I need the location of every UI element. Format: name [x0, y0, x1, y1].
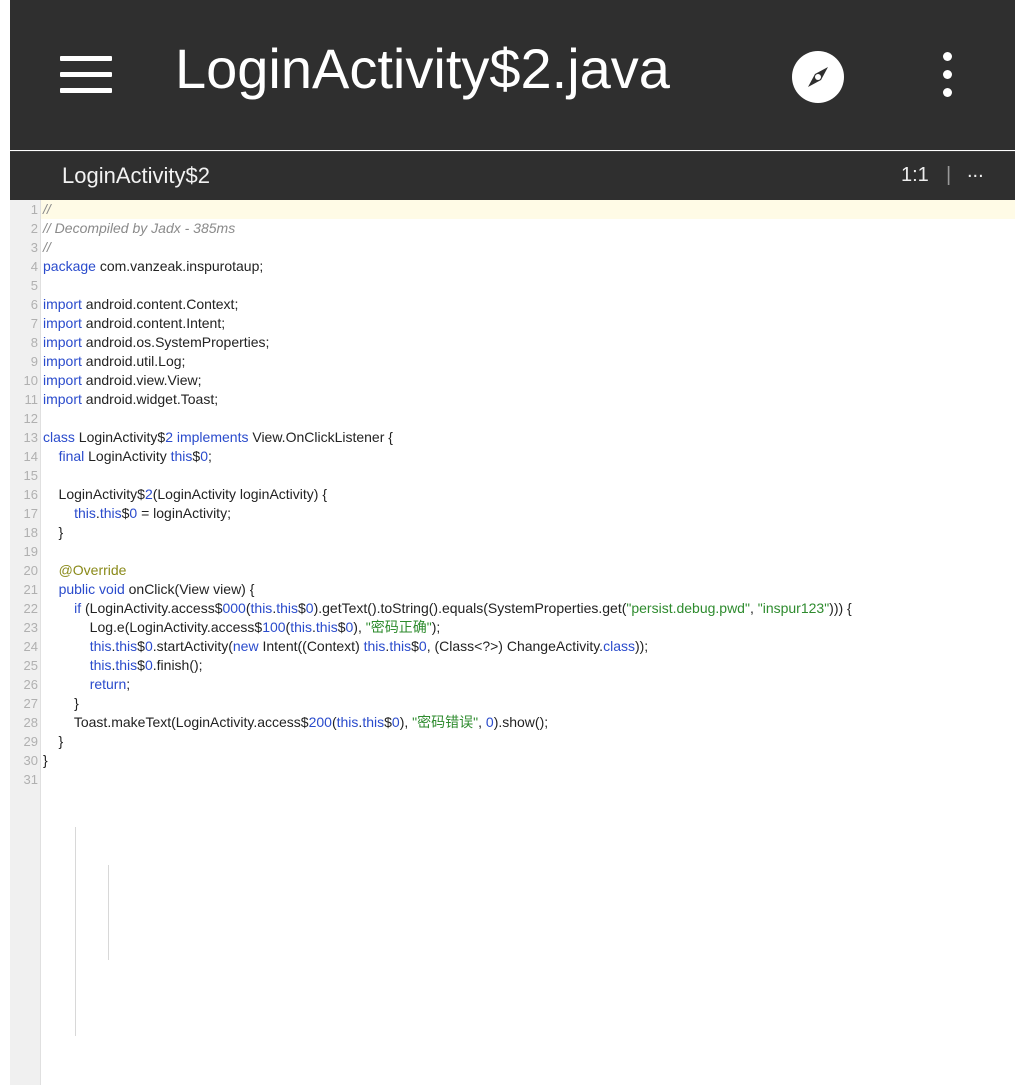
code-line[interactable]: this.this$0 = loginActivity; — [43, 504, 231, 523]
line-number: 11 — [24, 392, 39, 407]
line-number: 25 — [23, 658, 38, 673]
code-line[interactable]: import android.content.Context; — [43, 295, 238, 314]
code-line[interactable]: // — [43, 200, 51, 219]
separator: | — [946, 164, 952, 186]
code-line[interactable]: // — [43, 238, 51, 257]
code-line[interactable]: } — [43, 694, 79, 713]
line-number: 28 — [23, 715, 38, 730]
line-number: 9 — [30, 354, 38, 369]
code-line[interactable]: // Decompiled by Jadx - 385ms — [43, 219, 235, 238]
line-number: 16 — [23, 487, 38, 502]
code-line[interactable]: import android.util.Log; — [43, 352, 185, 371]
code-line[interactable]: } — [43, 751, 48, 770]
line-number: 14 — [23, 449, 38, 464]
code-line[interactable]: package com.vanzeak.inspurotaup; — [43, 257, 263, 276]
hamburger-menu-icon[interactable] — [60, 56, 112, 94]
line-number: 5 — [30, 278, 38, 293]
code-line[interactable]: final LoginActivity this$0; — [43, 447, 212, 466]
code-line[interactable]: LoginActivity$2(LoginActivity loginActiv… — [43, 485, 327, 504]
class-name-label[interactable]: LoginActivity$2 — [62, 163, 210, 189]
code-line[interactable]: @Override — [43, 561, 127, 580]
indent-guide — [108, 865, 109, 960]
code-line[interactable]: import android.widget.Toast; — [43, 390, 218, 409]
app-bar: LoginActivity$2.java — [10, 0, 1015, 150]
line-number: 27 — [23, 696, 38, 711]
active-line-highlight — [41, 200, 1015, 219]
line-number: 24 — [23, 639, 38, 654]
cursor-position: 1:1 — [901, 164, 929, 186]
line-number: 19 — [23, 544, 38, 559]
line-number: 12 — [23, 411, 38, 426]
page-title: LoginActivity$2.java — [175, 37, 670, 100]
line-number: 17 — [23, 506, 38, 521]
code-line[interactable]: class LoginActivity$2 implements View.On… — [43, 428, 393, 447]
code-line[interactable]: Toast.makeText(LoginActivity.access$200(… — [43, 713, 548, 732]
code-line[interactable]: import android.view.View; — [43, 371, 202, 390]
line-number: 21 — [23, 582, 38, 597]
line-number: 1 — [30, 202, 38, 217]
code-line[interactable]: return; — [43, 675, 130, 694]
line-number: 8 — [30, 335, 38, 350]
line-number: 7 — [30, 316, 38, 331]
code-line[interactable]: public void onClick(View view) { — [43, 580, 255, 599]
line-number: 3 — [30, 240, 38, 255]
more-vert-icon[interactable] — [938, 52, 958, 100]
more-options-button[interactable]: ... — [967, 160, 984, 183]
code-editor[interactable]: 1 // 2 // Decompiled by Jadx - 385ms 3 // 4 pac… — [10, 200, 1015, 1085]
line-number: 23 — [23, 620, 38, 635]
line-number: 4 — [30, 259, 38, 274]
line-number: 30 — [23, 753, 38, 768]
line-number: 29 — [23, 734, 38, 749]
line-number: 6 — [30, 297, 38, 312]
line-number: 15 — [23, 468, 38, 483]
line-number: 22 — [23, 601, 38, 616]
line-number: 26 — [23, 677, 38, 692]
line-number: 10 — [23, 373, 38, 388]
line-number: 2 — [30, 221, 38, 236]
right-edge — [1015, 0, 1020, 1085]
breadcrumb-bar: LoginActivity$2 1:1 | ... — [10, 151, 1015, 201]
line-number: 18 — [23, 525, 38, 540]
line-number: 31 — [23, 772, 38, 787]
line-number: 20 — [23, 563, 38, 578]
line-number: 13 — [23, 430, 38, 445]
code-line[interactable]: Log.e(LoginActivity.access$100(this.this… — [43, 618, 441, 637]
code-line[interactable]: import android.content.Intent; — [43, 314, 225, 333]
code-line[interactable]: } — [43, 732, 64, 751]
code-line[interactable]: this.this$0.finish(); — [43, 656, 203, 675]
code-line[interactable]: if (LoginActivity.access$000(this.this$0… — [43, 599, 852, 618]
code-line[interactable]: this.this$0.startActivity(new Intent((Co… — [43, 637, 649, 656]
left-edge — [0, 0, 10, 1085]
code-line[interactable]: import android.os.SystemProperties; — [43, 333, 269, 352]
indent-guide — [75, 827, 76, 1036]
code-line[interactable]: } — [43, 523, 64, 542]
compass-icon[interactable] — [791, 50, 845, 104]
